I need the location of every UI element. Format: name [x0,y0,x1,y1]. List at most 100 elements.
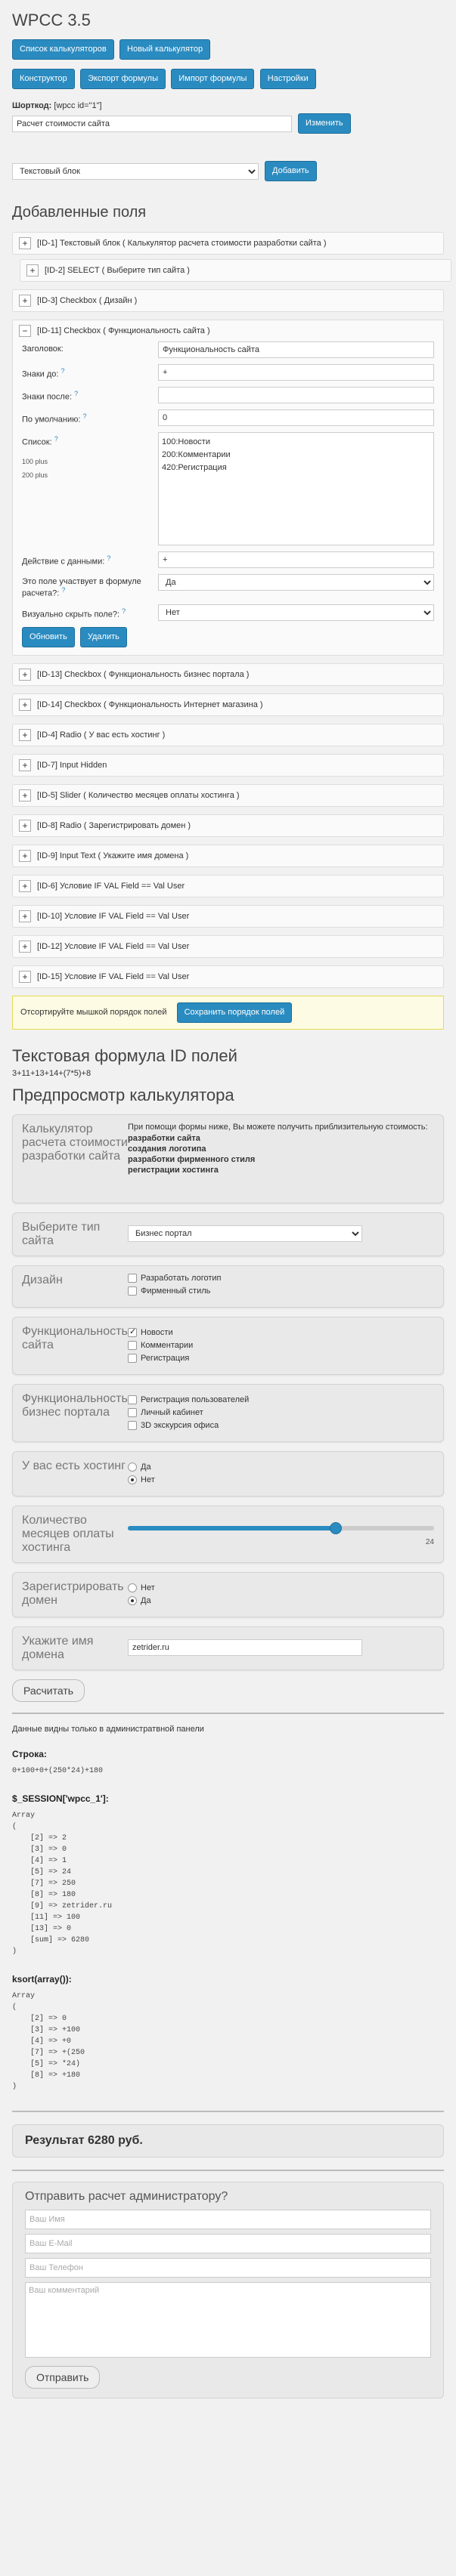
field-item[interactable]: + [ID-12] Условие IF VAL Field == Val Use… [12,934,444,958]
before-input[interactable] [158,364,434,381]
checkbox[interactable] [128,1340,137,1350]
formula-participation-select[interactable]: Да [158,574,434,591]
checkbox[interactable] [128,1395,137,1404]
func-site-option[interactable]: Регистрация [128,1353,434,1363]
field-item[interactable]: + [ID-10] Условие IF VAL Field == Val Use… [12,904,444,928]
field-item[interactable]: + [ID-14] Checkbox ( Функциональность Инт… [12,693,444,716]
hosting-option[interactable]: Нет [128,1475,434,1484]
title-input[interactable] [158,341,434,358]
send-button[interactable]: Отправить [25,2365,101,2389]
change-name-button[interactable]: Изменить [298,113,351,134]
collapse-icon[interactable]: − [19,325,31,337]
action-input[interactable] [158,551,434,568]
slider-handle[interactable] [330,1521,343,1534]
expand-icon[interactable]: + [19,910,31,922]
expand-icon[interactable]: + [19,295,31,307]
checkbox[interactable] [128,1353,137,1363]
field-item[interactable]: + [ID-4] Radio ( У вас есть хостинг ) [12,723,444,746]
field-item[interactable]: + [ID-6] Условие IF VAL Field == Val User [12,874,444,897]
after-label: Знаки после: ? [22,390,79,402]
slider-fill [128,1525,337,1530]
shortcode-code: [wpcc id="1"] [54,101,102,110]
help-icon[interactable]: ? [83,412,87,420]
field-item[interactable]: + [ID-5] Slider ( Количество месяцев опла… [12,783,444,807]
func-site-option[interactable]: Новости [128,1327,434,1337]
radio[interactable] [128,1595,137,1605]
list-textarea[interactable]: 100:Новости 200:Комментарии 420:Регистра… [158,432,434,545]
update-field-button[interactable]: Обновить [22,626,75,647]
expand-icon[interactable]: + [19,758,31,771]
func-portal-option[interactable]: Личный кабинет [128,1407,434,1417]
expand-icon[interactable]: + [26,264,39,276]
calc-intro: Калькулятор расчета стоимости разработки… [12,1113,444,1203]
site-type-select[interactable]: Бизнес портал [128,1225,362,1242]
constructor-button[interactable]: Конструктор [12,69,75,89]
field-item[interactable]: + [ID-1] Текстовый блок ( Калькулятор рас… [12,232,444,255]
field-item[interactable]: + [ID-15] Условие IF VAL Field == Val Use… [12,965,444,988]
hide-select[interactable]: Нет [158,604,434,621]
phone-input[interactable] [25,2257,431,2278]
calc-domain: Зарегистрировать домен Нет Да [12,1571,444,1617]
help-icon[interactable]: ? [122,607,126,615]
expand-icon[interactable]: + [19,849,31,862]
calculator-name-input[interactable] [12,115,292,132]
help-icon[interactable]: ? [54,435,58,443]
radio[interactable] [128,1462,137,1472]
checkbox[interactable] [128,1327,137,1337]
expand-icon[interactable]: + [19,819,31,832]
email-input[interactable] [25,2233,431,2253]
func-site-option[interactable]: Комментарии [128,1340,434,1350]
help-icon[interactable]: ? [74,390,78,397]
save-order-button[interactable]: Сохранить порядок полей [176,1002,293,1023]
expand-icon[interactable]: + [19,789,31,802]
calculators-list-button[interactable]: Список калькуляторов [12,39,114,60]
field-item[interactable]: + [ID-2] SELECT ( Выберите тип сайта ) [20,259,451,282]
radio[interactable] [128,1583,137,1592]
field-item[interactable]: + [ID-8] Radio ( Зарегистрировать домен ) [12,814,444,837]
import-formula-button[interactable]: Импорт формулы [171,69,255,89]
expand-icon[interactable]: + [19,668,31,681]
export-formula-button[interactable]: Экспорт формулы [80,69,166,89]
help-icon[interactable]: ? [107,554,110,562]
months-slider[interactable] [128,1521,434,1534]
new-calculator-button[interactable]: Новый калькулятор [119,39,211,60]
hide-label: Визуально скрыть поле?: ? [22,607,126,619]
field-type-select[interactable]: Текстовый блок [12,162,259,180]
expand-icon[interactable]: + [19,728,31,741]
help-icon[interactable]: ? [61,586,65,594]
checkbox[interactable] [128,1286,137,1296]
field-item[interactable]: + [ID-7] Input Hidden [12,753,444,777]
hosting-option[interactable]: Да [128,1462,434,1472]
field-item[interactable]: + [ID-13] Checkbox ( Функциональность биз… [12,663,444,686]
help-icon[interactable]: ? [61,367,65,375]
design-option[interactable]: Фирменный стиль [128,1286,434,1296]
domain-option[interactable]: Да [128,1595,434,1605]
checkbox[interactable] [128,1407,137,1417]
expand-icon[interactable]: + [19,879,31,892]
add-field-button[interactable]: Добавить [265,161,317,181]
send-title: Отправить расчет администратору? [25,2189,228,2203]
domain-option[interactable]: Нет [128,1583,434,1592]
radio[interactable] [128,1475,137,1484]
delete-field-button[interactable]: Удалить [79,626,127,647]
checkbox[interactable] [128,1420,137,1430]
expand-icon[interactable]: + [19,940,31,953]
func-portal-option[interactable]: Регистрация пользователей [128,1395,434,1404]
expand-icon[interactable]: + [19,237,31,249]
name-input[interactable] [25,2209,431,2229]
after-input[interactable] [158,387,434,403]
comment-textarea[interactable] [25,2281,431,2358]
checkbox[interactable] [128,1273,137,1283]
default-input[interactable] [158,409,434,426]
list-side-label: 100 plus [22,457,48,465]
expand-icon[interactable]: + [19,698,31,711]
field-item[interactable]: + [ID-3] Checkbox ( Дизайн ) [12,289,444,312]
domain-name-input[interactable] [128,1639,362,1656]
field-item[interactable]: + [ID-9] Input Text ( Укажите имя домена … [12,844,444,867]
sort-notice: Отсортируйте мышкой порядок полей Сохран… [12,995,444,1030]
design-option[interactable]: Разработать логотип [128,1273,434,1283]
settings-button[interactable]: Настройки [259,69,316,89]
calculate-button[interactable]: Расчитать [12,1679,85,1702]
func-portal-option[interactable]: 3D экскурсия офиса [128,1420,434,1430]
expand-icon[interactable]: + [19,970,31,983]
